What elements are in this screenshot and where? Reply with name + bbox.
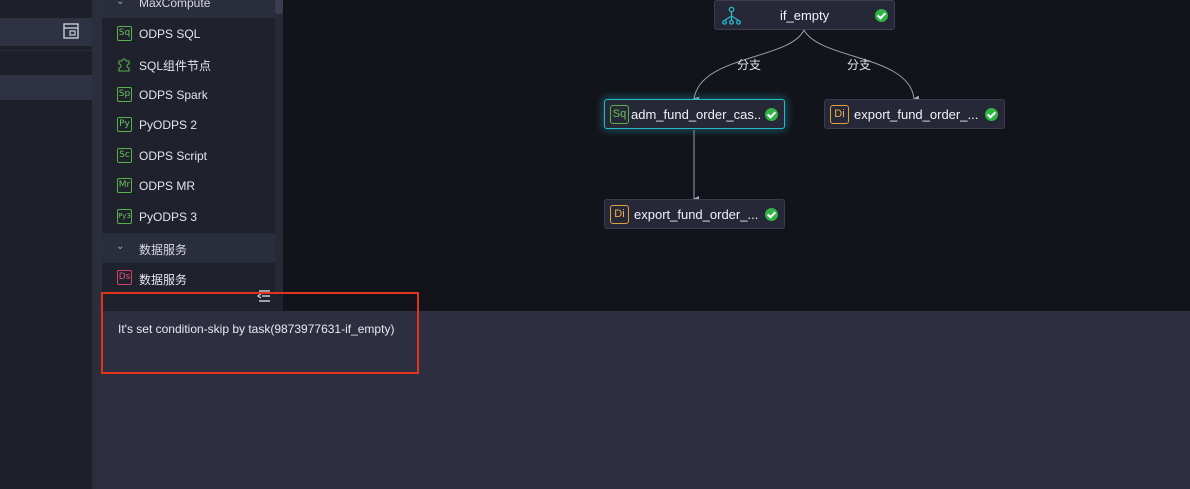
data-integration-icon: Di: [830, 105, 849, 124]
node-label: adm_fund_order_cas...: [631, 107, 761, 122]
data-integration-icon: Di: [610, 205, 629, 224]
graph-edges: [693, 29, 920, 202]
graph-node-adm-fund-order[interactable]: Sq adm_fund_order_cas...: [604, 99, 785, 129]
success-check-icon: [875, 9, 888, 22]
sql-node-icon: Sq: [610, 105, 629, 124]
node-label: export_fund_order_...: [854, 107, 979, 122]
success-check-icon: [985, 108, 998, 121]
branch-icon: [722, 6, 741, 25]
node-label: if_empty: [780, 8, 830, 23]
success-check-icon: [765, 208, 778, 221]
graph-node-export-fund-order-2[interactable]: Di export_fund_order_...: [604, 199, 785, 229]
edge-label-branch: 分支: [737, 58, 762, 72]
annotation-highlight-box: [101, 292, 419, 374]
graph-node-if-empty[interactable]: if_empty: [714, 0, 895, 30]
success-check-icon: [765, 108, 778, 121]
graph-node-export-fund-order-1[interactable]: Di export_fund_order_...: [824, 99, 1005, 129]
node-label: export_fund_order_...: [634, 207, 759, 222]
edge-label-branch: 分支: [847, 58, 872, 72]
